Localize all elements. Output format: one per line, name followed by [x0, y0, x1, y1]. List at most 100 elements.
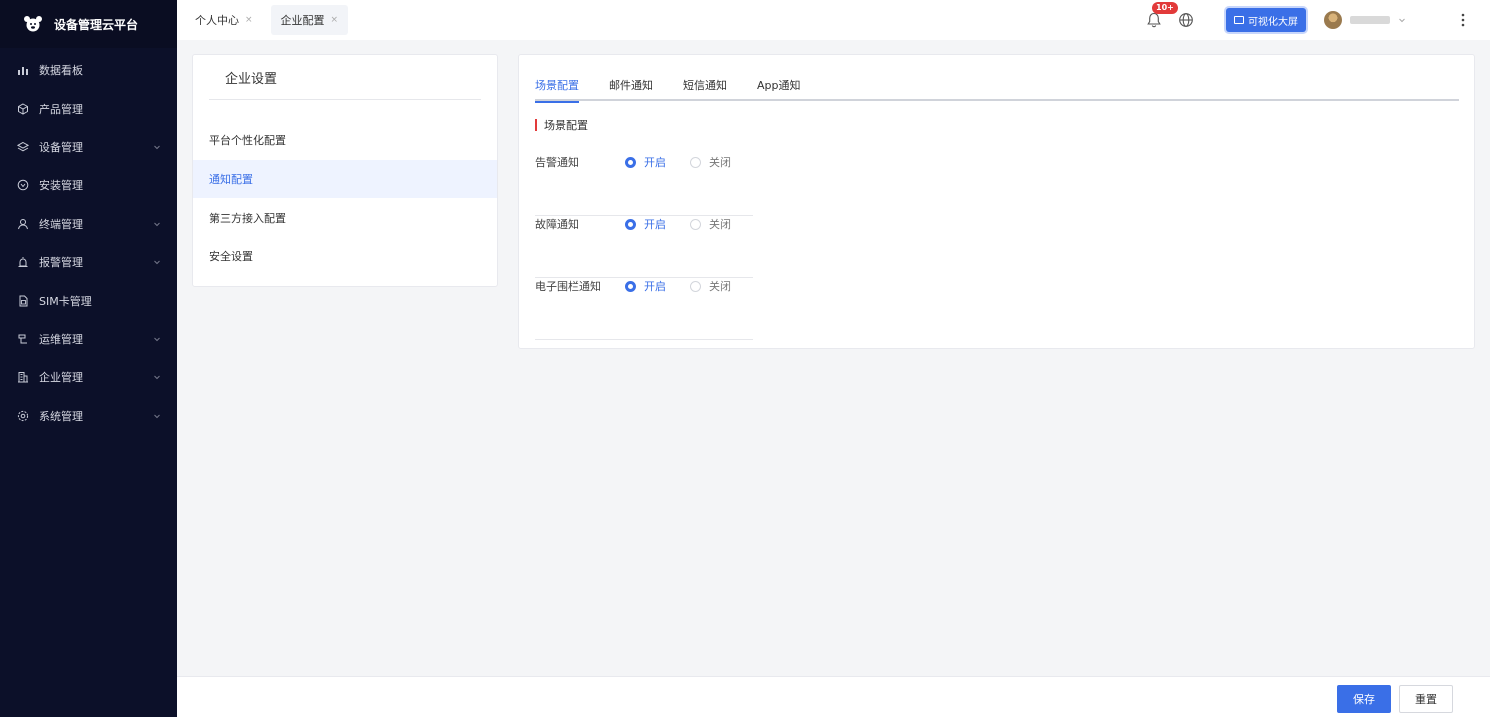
radio-label: 关闭: [709, 280, 731, 293]
user-icon: [17, 218, 29, 230]
bell-icon: [1147, 12, 1161, 28]
more-vertical-icon: [1461, 13, 1465, 27]
radio-circle[interactable]: [625, 280, 636, 292]
radio-label: 开启: [644, 218, 666, 231]
sidebar-item-label: 安装管理: [39, 179, 83, 193]
bigscreen-button[interactable]: 可视化大屏: [1226, 8, 1306, 32]
sidebar-item[interactable]: 系统管理: [0, 397, 177, 435]
chevron-down-icon: [154, 260, 160, 265]
content-tab[interactable]: 短信通知: [683, 77, 727, 101]
section-title: 场景配置: [535, 118, 588, 132]
sidebar-item[interactable]: 安装管理: [0, 166, 177, 204]
settings-title: 企业设置: [209, 55, 481, 100]
notification-row: 告警通知 开启 关闭: [535, 154, 753, 216]
close-icon[interactable]: ×: [331, 15, 339, 25]
tab-enterprise-config[interactable]: 企业配置 ×: [270, 5, 349, 35]
settings-item[interactable]: 平台个性化配置: [193, 121, 497, 160]
chevron-down-icon: [154, 414, 160, 418]
tab-label: 个人中心: [195, 14, 239, 27]
content-panel: 场景配置 邮件通知 短信通知 App通知 场景配置 告警通知 开启 关闭 故障通知 开启 关闭电…: [518, 54, 1475, 349]
chevron-down-icon[interactable]: [1398, 16, 1406, 24]
radio-circle[interactable]: [690, 156, 701, 168]
bigscreen-label: 可视化大屏: [1248, 16, 1298, 28]
building-icon: [17, 371, 29, 383]
notification-row: 故障通知 开启 关闭: [535, 216, 753, 278]
sidebar-item[interactable]: 报警管理: [0, 243, 177, 281]
header-actions: 10+ 可视化大屏: [1144, 0, 1490, 40]
brand[interactable]: 设备管理云平台: [0, 0, 177, 48]
settings-item[interactable]: 安全设置: [193, 237, 497, 276]
radio-circle[interactable]: [625, 156, 636, 168]
radio-circle[interactable]: [690, 280, 701, 292]
sidebar: 设备管理云平台 数据看板产品管理设备管理安装管理终端管理报警管理 SIM卡管理 运维…: [0, 0, 177, 717]
top-header: 个人中心 × 企业配置 × 10+ 可视化大屏: [177, 0, 1490, 40]
section-title-text: 场景配置: [544, 119, 588, 132]
sidebar-item[interactable]: 终端管理: [0, 205, 177, 243]
install-icon: [17, 179, 29, 191]
monitor-icon: [1234, 16, 1244, 24]
radio-label: 开启: [644, 156, 666, 169]
sidebar-item[interactable]: 产品管理: [0, 89, 177, 127]
sidebar-item-label: 终端管理: [39, 217, 83, 231]
content-tab[interactable]: 邮件通知: [609, 77, 653, 101]
avatar[interactable]: [1324, 11, 1342, 29]
radio-on[interactable]: 开启: [625, 154, 666, 170]
more-menu-button[interactable]: [1456, 12, 1470, 28]
radio-circle[interactable]: [625, 218, 636, 230]
settings-list: 平台个性化配置 通知配置 第三方接入配置 安全设置: [193, 100, 497, 276]
sidebar-item-label: 运维管理: [39, 332, 83, 346]
sidebar-item-label: 企业管理: [39, 371, 83, 385]
sidebar-item[interactable]: 设备管理: [0, 128, 177, 166]
sidebar-item-label: 报警管理: [39, 256, 83, 270]
chevron-down-icon: [154, 222, 160, 226]
chevron-down-icon: [154, 375, 160, 380]
sidebar-item[interactable]: SIM卡管理: [0, 281, 177, 319]
settings-item[interactable]: 通知配置: [193, 159, 497, 199]
footer-bar: 保存 重置: [177, 676, 1490, 717]
row-label: 告警通知: [535, 156, 579, 169]
sidebar-item-label: 产品管理: [39, 102, 83, 116]
bar-chart-icon: [17, 64, 29, 76]
radio-label: 关闭: [709, 218, 731, 231]
sidebar-item[interactable]: 企业管理: [0, 358, 177, 396]
username-placeholder[interactable]: [1350, 16, 1390, 24]
logo-icon: [22, 15, 44, 33]
sidebar-item[interactable]: 数据看板: [0, 51, 177, 89]
radio-on[interactable]: 开启: [625, 216, 666, 232]
notification-badge: 10+: [1152, 2, 1178, 14]
radio-on[interactable]: 开启: [625, 278, 666, 294]
row-label: 故障通知: [535, 218, 579, 231]
settings-panel: 企业设置 平台个性化配置 通知配置 第三方接入配置 安全设置: [192, 54, 498, 287]
sidebar-item-label: 设备管理: [39, 140, 83, 154]
sidebar-menu: 数据看板产品管理设备管理安装管理终端管理报警管理 SIM卡管理 运维管理企业管理系统…: [0, 48, 177, 435]
brand-title: 设备管理云平台: [54, 17, 139, 32]
sidebar-item-label: 数据看板: [39, 64, 83, 78]
globe-icon[interactable]: [1178, 12, 1194, 28]
reset-button[interactable]: 重置: [1399, 685, 1453, 713]
tab-personal-center[interactable]: 个人中心 ×: [185, 5, 263, 35]
chevron-down-icon: [154, 337, 160, 342]
radio-label: 关闭: [709, 156, 731, 169]
content-tab[interactable]: App通知: [757, 77, 801, 101]
notification-bell[interactable]: 10+: [1144, 2, 1178, 30]
sidebar-item-label: SIM卡管理: [39, 294, 92, 308]
close-icon[interactable]: ×: [245, 15, 253, 25]
radio-off[interactable]: 关闭: [690, 216, 731, 232]
settings-item[interactable]: 第三方接入配置: [193, 198, 497, 237]
sidebar-item-label: 系统管理: [39, 409, 83, 423]
save-button[interactable]: 保存: [1337, 685, 1391, 713]
ops-icon: [17, 333, 29, 345]
radio-label: 开启: [644, 280, 666, 293]
sidebar-item[interactable]: 运维管理: [0, 320, 177, 358]
gear-icon: [17, 410, 29, 422]
radio-circle[interactable]: [690, 218, 701, 230]
row-label: 电子围栏通知: [535, 280, 601, 293]
radio-off[interactable]: 关闭: [690, 278, 731, 294]
radio-off[interactable]: 关闭: [690, 154, 731, 170]
notification-row: 电子围栏通知 开启 关闭: [535, 278, 753, 340]
cube-icon: [17, 103, 29, 115]
content-tab[interactable]: 场景配置: [535, 77, 579, 103]
layers-icon: [17, 141, 29, 153]
section-marker: [535, 119, 537, 131]
tab-label: 企业配置: [280, 14, 325, 27]
